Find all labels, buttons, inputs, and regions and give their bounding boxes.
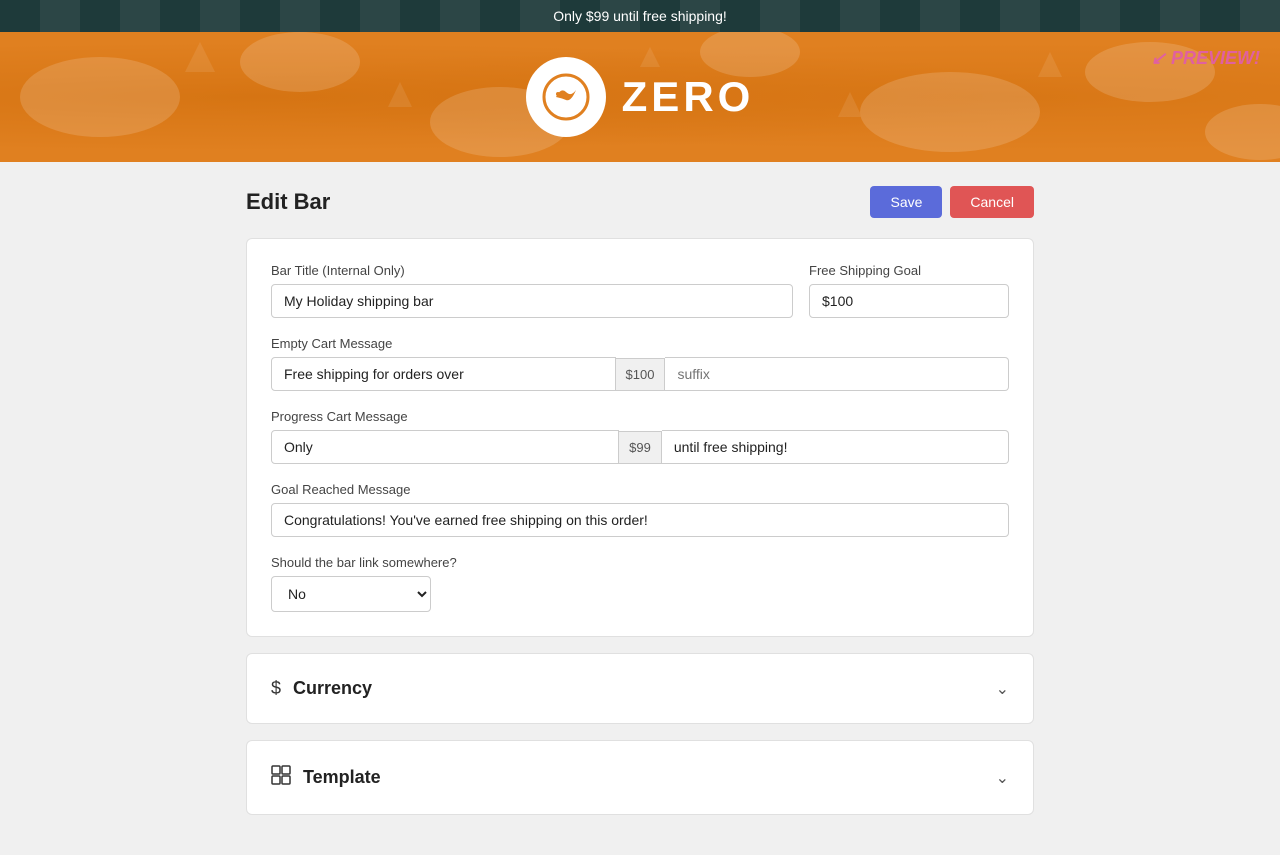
empty-cart-label: Empty Cart Message [271,336,1009,351]
template-section-header[interactable]: Template ⌄ [271,765,1009,790]
main-content: Edit Bar Save Cancel Bar Title (Internal… [230,162,1050,855]
template-icon [271,765,291,790]
currency-card[interactable]: $ Currency ⌄ [246,653,1034,724]
empty-cart-input-group: $100 [271,357,1009,391]
template-title: Template [303,767,381,788]
empty-cart-addon: $100 [616,358,666,391]
button-group: Save Cancel [870,186,1034,218]
currency-section-left: $ Currency [271,678,372,699]
currency-chevron-icon: ⌄ [996,679,1009,699]
form-group-bar-title: Bar Title (Internal Only) [271,263,793,318]
form-group-shipping-goal: Free Shipping Goal [809,263,1009,318]
form-row-progress-cart: Progress Cart Message $99 [271,409,1009,464]
progress-cart-input-group: $99 [271,430,1009,464]
preview-arrow: ↙ [1151,48,1166,68]
template-chevron-icon: ⌄ [996,768,1009,788]
progress-cart-prefix-input[interactable] [271,430,619,464]
header-hero: ZERO ↙ PREVIEW! [0,32,1280,162]
progress-cart-label: Progress Cart Message [271,409,1009,424]
announcement-bar: Only $99 until free shipping! [0,0,1280,32]
preview-badge: ↙ PREVIEW! [1151,48,1260,69]
logo-text: ZERO [622,73,755,121]
preview-label: PREVIEW! [1171,48,1260,68]
form-group-progress-cart: Progress Cart Message $99 [271,409,1009,464]
edit-bar-card: Bar Title (Internal Only) Free Shipping … [246,238,1034,637]
template-section-left: Template [271,765,381,790]
header-logo: ZERO [526,57,755,137]
free-shipping-goal-input[interactable] [809,284,1009,318]
page-header: Edit Bar Save Cancel [246,186,1034,218]
save-button[interactable]: Save [870,186,942,218]
bar-link-label: Should the bar link somewhere? [271,555,457,570]
empty-cart-prefix-input[interactable] [271,357,616,391]
form-row-empty-cart: Empty Cart Message $100 [271,336,1009,391]
logo-icon [541,72,591,122]
form-group-goal-reached: Goal Reached Message [271,482,1009,537]
form-row-title-goal: Bar Title (Internal Only) Free Shipping … [271,263,1009,318]
logo-circle [526,57,606,137]
currency-section-header[interactable]: $ Currency ⌄ [271,678,1009,699]
bar-title-input[interactable] [271,284,793,318]
form-row-goal-reached: Goal Reached Message [271,482,1009,537]
currency-icon: $ [271,678,281,699]
goal-reached-input[interactable] [271,503,1009,537]
template-card[interactable]: Template ⌄ [246,740,1034,815]
form-group-bar-link: Should the bar link somewhere? No Yes [271,555,457,612]
bar-link-select[interactable]: No Yes [271,576,431,612]
cancel-button[interactable]: Cancel [950,186,1034,218]
progress-cart-suffix-input[interactable] [662,430,1009,464]
page-title: Edit Bar [246,189,330,215]
progress-cart-addon: $99 [619,431,662,464]
currency-title: Currency [293,678,372,699]
form-group-empty-cart: Empty Cart Message $100 [271,336,1009,391]
form-row-bar-link: Should the bar link somewhere? No Yes [271,555,1009,612]
free-shipping-goal-label: Free Shipping Goal [809,263,1009,278]
goal-reached-label: Goal Reached Message [271,482,1009,497]
announcement-text: Only $99 until free shipping! [553,8,727,24]
bar-title-label: Bar Title (Internal Only) [271,263,793,278]
empty-cart-suffix-input[interactable] [665,357,1009,391]
